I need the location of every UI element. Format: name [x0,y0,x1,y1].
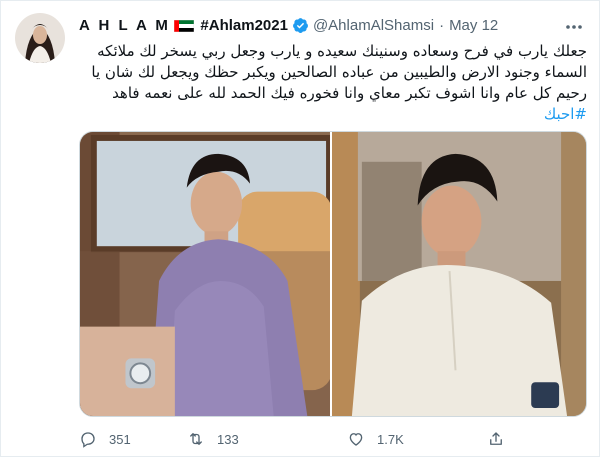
tweet-text-line: جعلك يارب في فرح وسعاده وسنينك سعيده و ي… [97,42,587,60]
tweet-text: جعلك يارب في فرح وسعاده وسنينك سعيده و ي… [77,41,587,125]
avatar[interactable] [15,13,65,63]
retweet-button[interactable]: 133 [187,430,239,448]
reply-button[interactable]: 351 [79,430,131,448]
heart-icon [349,433,363,446]
reply-count: 351 [109,431,131,447]
tweet-date[interactable]: May 12 [449,17,498,34]
share-button[interactable] [487,430,517,448]
like-button[interactable]: 1.7K [347,430,404,448]
tweet-actions: 351 133 1.7K [79,427,509,451]
display-name-hashtag[interactable]: #Ahlam2021 [200,17,288,34]
author-handle[interactable]: @AhlamAlShamsi [313,17,434,34]
photo-left[interactable] [80,132,333,416]
uae-flag-icon [174,19,195,33]
separator-dot: · [439,16,445,34]
display-name[interactable]: A H L A M [79,17,170,34]
tweet-card[interactable]: A H L A M #Ahlam2021 @AhlamAlShamsi · Ma… [0,0,600,457]
like-count: 1.7K [377,431,404,447]
tweet-hashtag-link[interactable]: #احبك [77,104,587,125]
share-icon [490,432,502,445]
photo-right[interactable] [332,132,586,416]
tweet-media [79,131,587,417]
retweet-icon [190,433,202,445]
tweet-text-line: رحيم كل عام وانا اشوف تكبر معاي وانا فخو… [112,84,587,102]
reply-icon [81,432,95,448]
tweet-header: A H L A M #Ahlam2021 @AhlamAlShamsi · Ma… [79,15,498,35]
verified-badge-icon [292,17,309,34]
retweet-count: 133 [217,431,239,447]
more-dots-icon[interactable] [565,17,583,29]
tweet-text-line: السماء وجنود الارض والطيبين من عباده الص… [91,63,587,81]
